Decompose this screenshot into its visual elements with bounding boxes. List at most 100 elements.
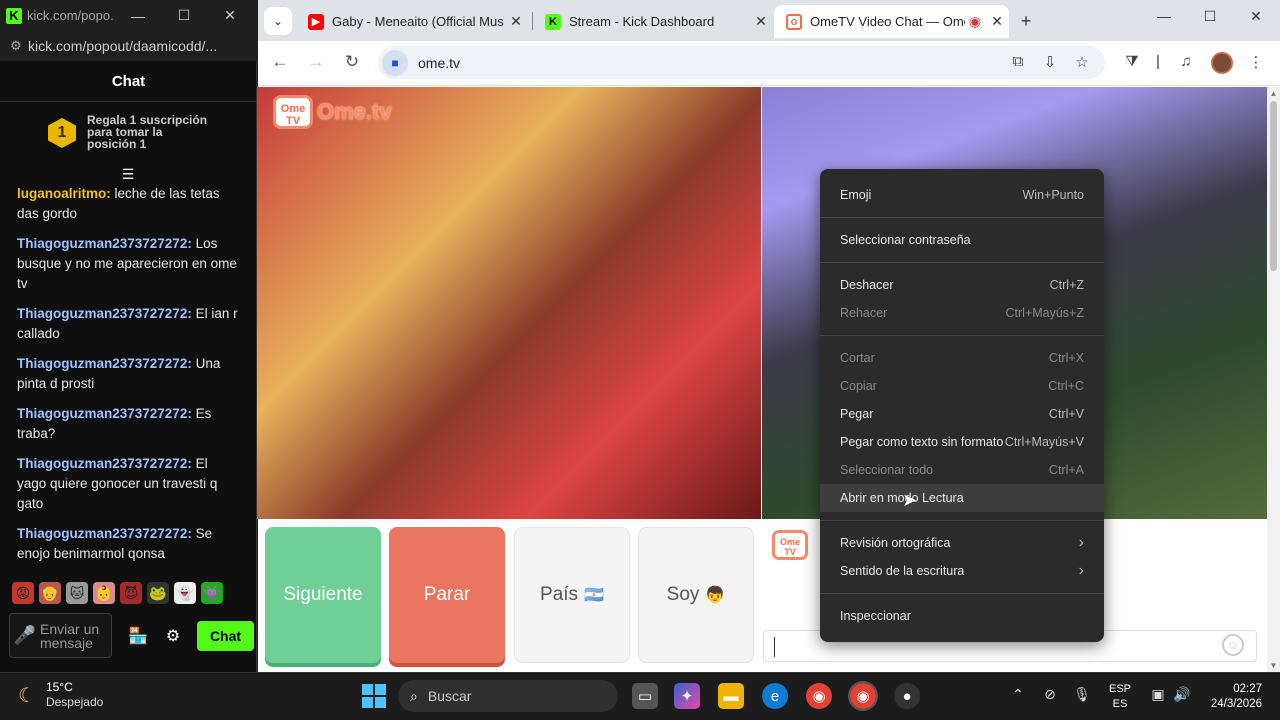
context-menu: Emoji Win+Punto Seleccionar contraseña De… — [820, 169, 1104, 642]
chat-username[interactable]: Thiagoguzman2373727272 — [17, 236, 187, 251]
gender-button[interactable]: Soy 👦 — [638, 527, 754, 663]
tab-youtube[interactable]: ▶ Gaby - Meneaito (Official Music ✕ — [296, 5, 528, 38]
filter-icon[interactable]: ☰ — [119, 166, 137, 182]
emote-icon[interactable]: 👻 — [174, 582, 196, 604]
back-icon[interactable]: ← — [268, 52, 292, 74]
chat-username[interactable]: luganoalritmo — [17, 186, 106, 201]
menu-item-redo[interactable]: Rehacer Ctrl+Mayús+Z — [820, 299, 1104, 327]
close-tab-icon[interactable]: ✕ — [985, 13, 1009, 30]
close-tab-icon[interactable]: ✕ — [504, 13, 528, 30]
chevron-up-icon[interactable]: ⌃ — [1008, 686, 1028, 706]
extensions-icon[interactable]: ⧩ — [1122, 53, 1142, 73]
translate-icon[interactable]: ⧉ — [1008, 53, 1028, 73]
tab-title: OmeTV Video Chat — Ome — [810, 14, 965, 29]
network-off-icon[interactable]: ⊘ — [1040, 686, 1060, 706]
menu-item-reading-mode[interactable]: Abrir en modo Lectura — [820, 484, 1104, 512]
menu-item-cut[interactable]: Cortar Ctrl+X — [820, 344, 1104, 372]
site-info-icon[interactable]: ⚙ — [10, 38, 28, 54]
emote-icon[interactable]: 🐸 — [147, 582, 169, 604]
tab-kick-dashboard[interactable]: K Stream - Kick Dashboard ✕ — [533, 5, 773, 38]
boy-icon: 👦 — [705, 587, 726, 604]
display-icon[interactable]: ▣ — [1148, 686, 1168, 706]
volume-icon[interactable]: 🔊 — [1172, 686, 1192, 706]
country-button[interactable]: País 🇦🇷 — [514, 527, 630, 663]
chat-header: Chat — [0, 61, 257, 102]
profile-avatar[interactable] — [1211, 52, 1233, 74]
menu-item-inspect[interactable]: Inspeccionar — [820, 602, 1104, 630]
microphone-icon[interactable]: 🎤 — [10, 625, 40, 646]
store-icon[interactable]: 🏪 — [128, 626, 148, 645]
menu-item-paste-plain[interactable]: Pegar como texto sin formato Ctrl+Mayús+V — [820, 428, 1104, 456]
popout-url-bar[interactable]: ⚙ kick.com/popout/daamicodd/... — [0, 31, 257, 61]
chat-username[interactable]: Thiagoguzman2373727272 — [17, 526, 187, 541]
menu-item-writing-direction[interactable]: Sentido de la escritura › — [820, 557, 1104, 585]
language-indicator[interactable]: ESP ES — [1106, 682, 1134, 712]
bookmark-star-icon[interactable]: ☆ — [1072, 53, 1092, 73]
chevron-right-icon: › — [1078, 562, 1084, 579]
search-icon: ⌕ — [410, 687, 418, 704]
address-bar[interactable]: ■ ome.tv — [378, 46, 1105, 79]
menu-item-copy[interactable]: Copiar Ctrl+C — [820, 372, 1104, 400]
menu-item-select-password[interactable]: Seleccionar contraseña — [820, 226, 1104, 254]
task-view-icon[interactable]: ▭ — [632, 683, 658, 709]
chat-send-button[interactable]: Chat — [197, 621, 254, 651]
tv-icon: Ome TV — [273, 95, 313, 129]
menu-kebab-icon[interactable]: ⋮ — [1246, 53, 1266, 73]
menu-item-paste[interactable]: Pegar Ctrl+V — [820, 400, 1104, 428]
chat-message-input[interactable]: 🎤 Enviar un mensaje — [9, 613, 112, 658]
next-button[interactable]: Siguiente — [265, 527, 381, 663]
edge-icon[interactable]: e — [762, 683, 788, 709]
close-button[interactable]: ✕ — [207, 7, 253, 24]
moon-icon: ☾ — [18, 684, 36, 707]
tab-search-button[interactable]: ⌄ — [264, 7, 292, 35]
forward-icon[interactable]: → — [304, 52, 328, 74]
page-scrollbar[interactable]: ▲ ▼ — [1267, 87, 1280, 672]
taskbar-search[interactable]: ⌕ Buscar — [398, 680, 618, 712]
clock[interactable]: 02:27 24/3/2026 — [1198, 682, 1262, 712]
chat-username[interactable]: Thiagoguzman2373727272 — [17, 406, 187, 421]
emote-icon[interactable]: 👾 — [201, 582, 223, 604]
minimize-button[interactable]: — — [1141, 8, 1187, 24]
menu-item-select-all[interactable]: Seleccionar todo Ctrl+A — [820, 456, 1104, 484]
camera-icon[interactable]: ■ — [382, 49, 408, 76]
maximize-button[interactable]: ☐ — [161, 7, 207, 24]
chat-message: Thiagoguzman2373727272: El ian r callado — [17, 306, 238, 341]
install-app-icon[interactable]: ⇩ — [1040, 53, 1060, 73]
reload-icon[interactable]: ↻ — [340, 52, 364, 74]
minimize-button[interactable]: — — [115, 8, 161, 24]
menu-item-undo[interactable]: Deshacer Ctrl+Z — [820, 271, 1104, 299]
stop-button[interactable]: Parar — [389, 527, 505, 663]
weather-condition: Despejado — [45, 695, 104, 709]
menu-divider — [820, 335, 1104, 336]
tab-title: Gaby - Meneaito (Official Music — [332, 14, 504, 29]
tab-ometv[interactable]: o OmeTV Video Chat — Ome ◉ ✕ — [774, 5, 1009, 38]
emoji-icon[interactable]: ☺ — [1222, 634, 1244, 656]
maximize-button[interactable]: ☐ — [1187, 8, 1233, 25]
microphone-icon[interactable]: 🎙 — [1072, 686, 1092, 706]
start-button[interactable] — [362, 684, 386, 708]
chat-username[interactable]: Thiagoguzman2373727272 — [17, 306, 187, 321]
copilot-icon[interactable]: ✦ — [674, 683, 700, 709]
obs-icon[interactable]: ● — [894, 683, 920, 709]
emote-icon[interactable]: 🐱 — [66, 582, 88, 604]
menu-item-emoji[interactable]: Emoji Win+Punto — [820, 181, 1104, 209]
country-label: País — [540, 584, 579, 605]
new-tab-button[interactable]: + — [1015, 10, 1037, 32]
chrome-active-icon[interactable]: ◉ — [848, 681, 878, 711]
file-explorer-icon[interactable]: ▬ — [718, 683, 744, 709]
gear-icon[interactable]: ⚙ — [164, 626, 182, 645]
subscription-promo[interactable]: 1 Regala 1 suscripción para tomar la pos… — [48, 114, 218, 158]
chat-username[interactable]: Thiagoguzman2373727272 — [17, 456, 187, 471]
chrome-icon[interactable]: ◉ — [806, 683, 832, 709]
emote-icon[interactable]: 😈 — [120, 582, 142, 604]
menu-item-spellcheck[interactable]: Revisión ortográfica › — [820, 529, 1104, 557]
emote-icon[interactable]: 👴 — [39, 582, 61, 604]
chat-username[interactable]: Thiagoguzman2373727272 — [17, 356, 187, 371]
emote-icon[interactable]: 😡 — [12, 582, 34, 604]
chat-message: Thiagoguzman2373727272: Los busque y no … — [17, 236, 237, 291]
close-tab-icon[interactable]: ✕ — [749, 13, 773, 30]
close-button[interactable]: ✕ — [1233, 8, 1279, 25]
media-control-icon[interactable]: ♫ — [1176, 53, 1196, 73]
emote-icon[interactable]: 👶 — [93, 582, 115, 604]
weather-widget[interactable]: ☾ 15°C Despejado — [18, 680, 103, 710]
